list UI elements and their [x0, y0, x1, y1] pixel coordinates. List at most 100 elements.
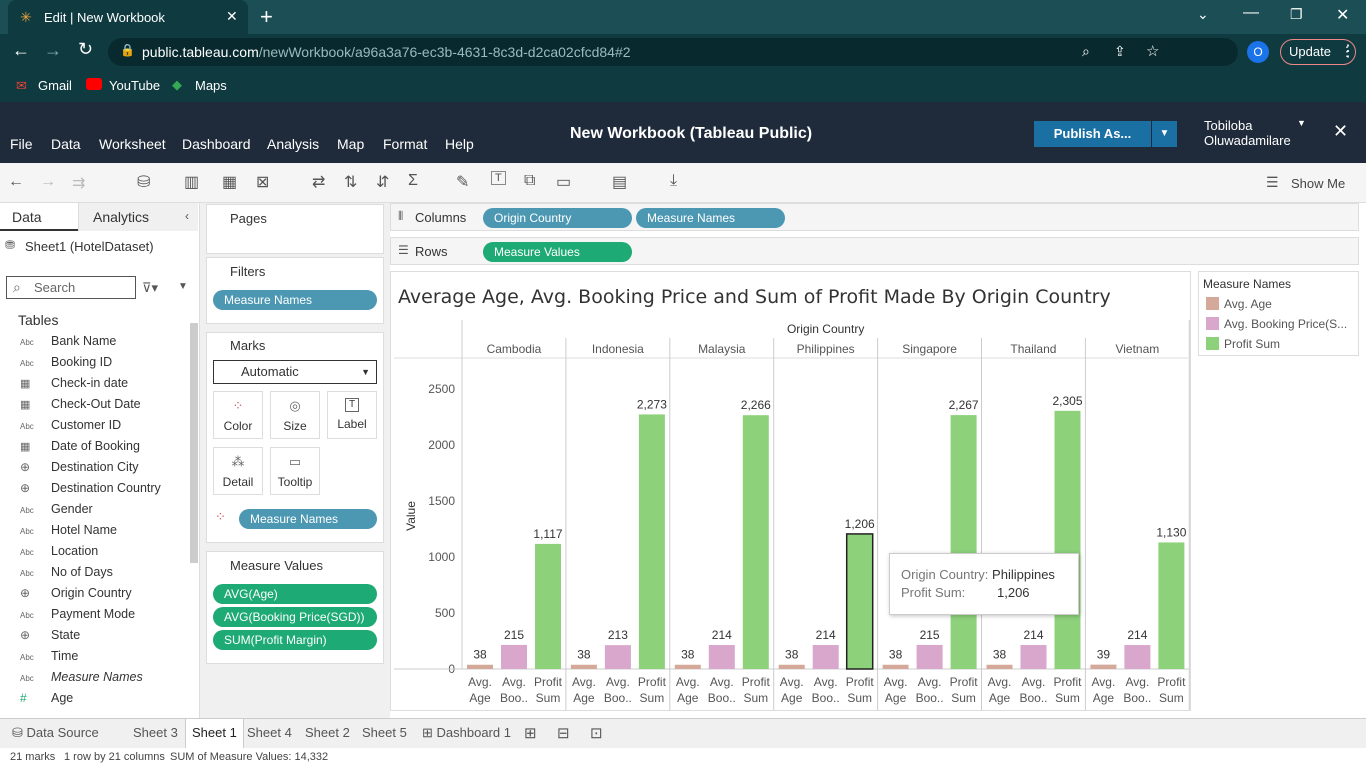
tab-list-icon[interactable]: ⌄ [1197, 6, 1209, 23]
bookmark-maps[interactable]: Maps [195, 78, 227, 93]
datasource-name[interactable]: Sheet1 (HotelDataset) [25, 239, 154, 254]
menu-format[interactable]: Format [383, 136, 427, 152]
publish-button[interactable]: Publish As... [1034, 121, 1151, 147]
user-menu-icon[interactable]: ▼ [1297, 118, 1306, 128]
minimize-icon[interactable]: — [1243, 4, 1259, 22]
labels-icon[interactable]: T [491, 171, 506, 185]
menu-data[interactable]: Data [51, 136, 81, 152]
pill-avg-age[interactable]: AVG(Age) [213, 584, 377, 604]
forward-icon[interactable]: → [44, 40, 62, 61]
field-item[interactable]: Abc Gender [20, 499, 93, 520]
tab-data-source[interactable]: ⛁ Data Source [6, 719, 105, 748]
back-icon[interactable]: ← [12, 40, 30, 61]
field-item[interactable]: Abc Measure Names [20, 667, 143, 688]
download-icon[interactable]: ⤓ [670, 172, 677, 190]
zoom-search-icon[interactable]: ⌕ [1082, 43, 1090, 60]
fit-icon[interactable]: ▭ [556, 172, 571, 192]
field-item[interactable]: # Age [20, 688, 73, 709]
color-button[interactable]: ⁘ Color [213, 391, 263, 439]
field-item[interactable]: ⊕ State [20, 625, 80, 646]
pill-avg-booking-price[interactable]: AVG(Booking Price(SGD)) [213, 607, 377, 627]
field-item[interactable]: Abc No of Days [20, 562, 113, 583]
menu-map[interactable]: Map [337, 136, 364, 152]
sort-ascending-icon[interactable]: ⇅ [344, 172, 357, 192]
reload-icon[interactable]: ↻ [78, 39, 93, 60]
bookmark-gmail[interactable]: Gmail [38, 78, 72, 93]
browser-tab[interactable]: ✳ Edit | New Workbook ✕ [8, 0, 248, 34]
close-editor-icon[interactable]: ✕ [1333, 121, 1348, 142]
tab-sheet-1[interactable]: Sheet 1 [185, 719, 244, 748]
field-item[interactable]: Abc Hotel Name [20, 520, 117, 541]
field-item[interactable]: ⊕ Origin Country [20, 583, 132, 604]
sort-descending-icon[interactable]: ⇵ [376, 172, 389, 192]
menu-file[interactable]: File [10, 136, 33, 152]
field-item[interactable]: Abc Bank Name [20, 331, 116, 352]
legend-item-profit-sum[interactable]: Profit Sum [1206, 337, 1280, 351]
menu-analysis[interactable]: Analysis [267, 136, 319, 152]
bookmark-star-icon[interactable]: ☆ [1146, 42, 1159, 60]
field-item[interactable]: Abc Time [20, 646, 78, 667]
tab-sheet-5[interactable]: Sheet 5 [356, 719, 413, 748]
tooltip-button[interactable]: ▭ Tooltip [270, 447, 320, 495]
highlight-icon[interactable]: ✎ [456, 172, 469, 192]
columns-pill-origin-country[interactable]: Origin Country [483, 208, 632, 228]
mark-type-select[interactable]: Automatic ▼ [213, 360, 377, 384]
field-item[interactable]: Abc Customer ID [20, 415, 121, 436]
new-datasource-icon[interactable]: ⛁ [137, 172, 150, 192]
replay-icon[interactable]: ⇉ [72, 173, 85, 193]
tab-sheet-4[interactable]: Sheet 4 [241, 719, 298, 748]
field-item[interactable]: ▦ Check-in date [20, 373, 128, 394]
presentation-icon[interactable]: ▤ [612, 172, 627, 192]
tab-sheet-2[interactable]: Sheet 2 [299, 719, 356, 748]
menu-dashboard[interactable]: Dashboard [182, 136, 251, 152]
menu-help[interactable]: Help [445, 136, 474, 152]
update-button[interactable]: Update ⋮ [1280, 39, 1356, 65]
menu-worksheet[interactable]: Worksheet [99, 136, 166, 152]
close-tab-icon[interactable]: ✕ [226, 8, 238, 25]
tab-analytics[interactable]: Analytics [78, 203, 198, 231]
new-worksheet-tab-icon[interactable]: ⊞ [524, 724, 537, 742]
filter-fields-icon[interactable]: ⊽▾ [142, 280, 158, 296]
profile-avatar[interactable]: O [1247, 41, 1269, 63]
scrollbar[interactable] [190, 323, 198, 563]
rows-pill-measure-values[interactable]: Measure Values [483, 242, 632, 262]
undo-icon[interactable]: ← [8, 173, 24, 191]
field-item[interactable]: ▦ Date of Booking [20, 436, 140, 457]
field-item[interactable]: Abc Payment Mode [20, 604, 135, 625]
field-item[interactable]: ⊕ Destination City [20, 457, 139, 478]
swap-icon[interactable]: ⇄ [312, 172, 325, 192]
duplicate-sheet-icon[interactable]: ▦ [222, 172, 237, 192]
show-me-button[interactable]: Show Me [1291, 176, 1345, 191]
bookmark-youtube[interactable]: YouTube [109, 78, 160, 93]
columns-pill-measure-names[interactable]: Measure Names [636, 208, 785, 228]
format-icon[interactable]: ⧉ [524, 172, 535, 190]
publish-dropdown-button[interactable]: ▼ [1152, 121, 1177, 147]
new-tab-icon[interactable]: + [260, 4, 273, 30]
clear-sheet-icon[interactable]: ⊠ [256, 172, 269, 192]
tab-sheet-3[interactable]: Sheet 3 [127, 719, 184, 748]
size-button[interactable]: ◎ Size [270, 391, 320, 439]
collapse-pane-icon[interactable]: ‹ [185, 209, 189, 223]
legend-item-avg-booking[interactable]: Avg. Booking Price(S... [1206, 317, 1347, 331]
user-name[interactable]: Tobiloba Oluwadamilare [1204, 118, 1291, 148]
legend-item-avg-age[interactable]: Avg. Age [1206, 297, 1272, 311]
pane-menu-icon[interactable]: ▼ [178, 281, 188, 292]
field-item[interactable]: ⊕ Destination Country [20, 478, 161, 499]
search-input[interactable]: ⌕ Search [6, 276, 136, 299]
detail-button[interactable]: ⁂ Detail [213, 447, 263, 495]
new-story-tab-icon[interactable]: ⊡ [590, 724, 603, 742]
label-button[interactable]: T Label [327, 391, 377, 439]
new-worksheet-icon[interactable]: ▥ [184, 172, 199, 192]
new-dashboard-tab-icon[interactable]: ⊟ [557, 724, 570, 742]
close-window-icon[interactable]: ✕ [1336, 5, 1349, 25]
redo-icon[interactable]: → [40, 173, 56, 191]
restore-icon[interactable]: ❐ [1290, 6, 1303, 23]
tab-data[interactable]: Data [0, 203, 78, 231]
totals-icon[interactable]: Σ [408, 172, 418, 190]
address-bar[interactable]: 🔒 public.tableau.com/newWorkbook/a96a3a7… [108, 38, 1238, 66]
pill-sum-profit-margin[interactable]: SUM(Profit Margin) [213, 630, 377, 650]
tab-dashboard-1[interactable]: ⊞ Dashboard 1 [416, 719, 517, 748]
field-item[interactable]: Abc Location [20, 541, 98, 562]
field-item[interactable]: ▦ Check-Out Date [20, 394, 141, 415]
share-icon[interactable]: ⇪ [1114, 43, 1126, 60]
